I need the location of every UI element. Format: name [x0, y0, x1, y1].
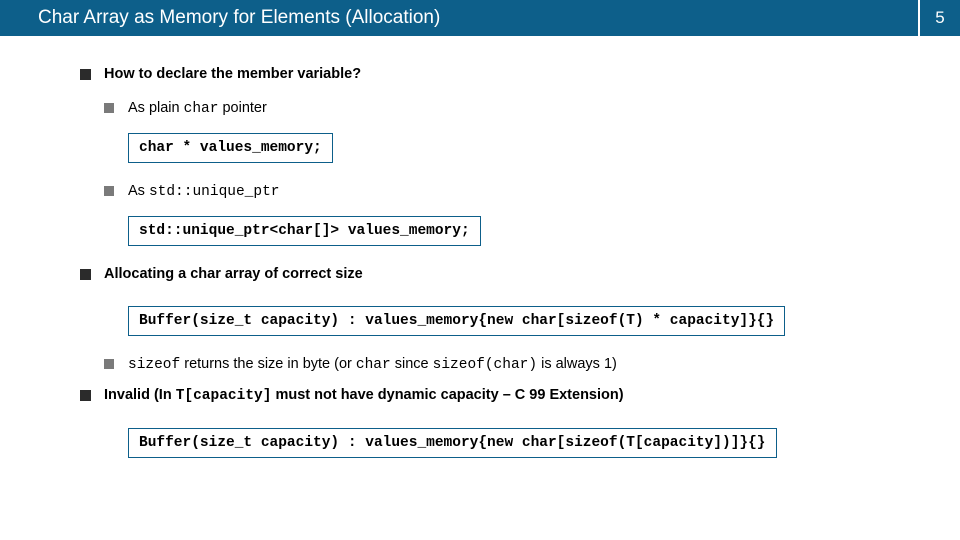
code-sizeof-char: sizeof(char) [433, 357, 537, 373]
code-box-unique-ptr: std::unique_ptr<char[]> values_memory; [128, 216, 481, 246]
text-plain-pre: As plain [128, 100, 184, 116]
code-box-char-pointer: char * values_memory; [128, 133, 333, 163]
code-char: char [184, 101, 219, 117]
text-sizeof-mid: returns the size in byte (or [180, 356, 356, 372]
bullet-plain-char-pointer: As plain char pointer [104, 100, 960, 117]
text-invalid-post: must not have dynamic capacity – C 99 Ex… [271, 387, 623, 403]
slide-title: Char Array as Memory for Elements (Alloc… [0, 0, 918, 36]
code-box-invalid: Buffer(size_t capacity) : values_memory{… [128, 428, 777, 458]
slide: Char Array as Memory for Elements (Alloc… [0, 0, 960, 540]
bullet-sizeof-note: sizeof returns the size in byte (or char… [104, 356, 960, 373]
code-unique-ptr: std::unique_ptr [149, 184, 280, 200]
bullet-invalid: Invalid (In T[capacity] must not have dy… [80, 387, 960, 404]
code-char2: char [356, 357, 391, 373]
text-plain-post: pointer [218, 100, 266, 116]
code-box-buffer-alloc: Buffer(size_t capacity) : values_memory{… [128, 306, 785, 336]
slide-content: How to declare the member variable? As p… [0, 36, 960, 464]
title-bar: Char Array as Memory for Elements (Alloc… [0, 0, 960, 36]
code-sizeof: sizeof [128, 357, 180, 373]
text-sizeof-post: is always 1) [537, 356, 617, 372]
bullet-declare-question: How to declare the member variable? [80, 66, 960, 82]
bullet-allocating: Allocating a char array of correct size [80, 266, 960, 282]
code-t-capacity: T[capacity] [176, 388, 272, 404]
text-sizeof-mid2: since [391, 356, 433, 372]
bullet-unique-ptr: As std::unique_ptr [104, 183, 960, 200]
slide-number: 5 [918, 0, 960, 36]
text-uptr-pre: As [128, 183, 149, 199]
text-invalid-pre: Invalid (In [104, 387, 176, 403]
